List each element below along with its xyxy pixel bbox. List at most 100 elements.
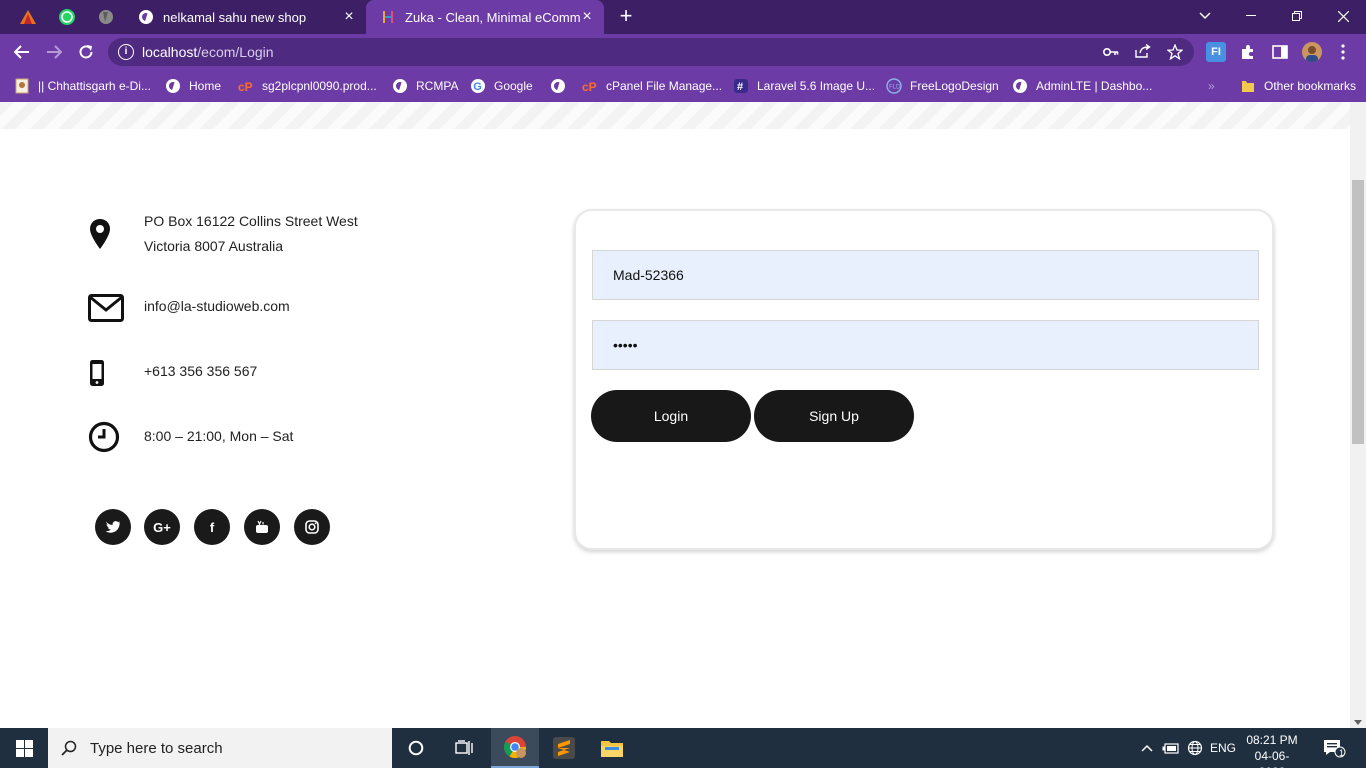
globe-icon [165, 78, 181, 94]
flo-icon: FLD [886, 78, 902, 94]
task-view-icon[interactable] [440, 728, 488, 768]
bookmark-globe[interactable] [550, 78, 574, 94]
url-host: localhost [142, 44, 198, 60]
back-icon[interactable] [10, 40, 34, 64]
pinned-tab-whatsapp[interactable] [56, 6, 78, 28]
password-input[interactable] [592, 320, 1259, 370]
bookmark-adminlte[interactable]: AdminLTE | Dashbo... [1012, 78, 1152, 94]
browser-menu-icon[interactable] [1336, 42, 1350, 62]
network-globe-icon[interactable] [1185, 728, 1205, 768]
bookmark-google[interactable]: G Google [470, 78, 533, 94]
scroll-down-arrow-icon[interactable] [1354, 720, 1362, 725]
bookmark-other[interactable]: Other bookmarks [1240, 78, 1356, 94]
youtube-icon[interactable] [244, 509, 280, 545]
file-explorer-icon[interactable] [588, 728, 636, 768]
windows-start-icon[interactable] [0, 728, 48, 768]
contact-address: PO Box 16122 Collins Street West Victori… [88, 209, 358, 259]
globe-icon [99, 10, 113, 24]
taskbar-clock[interactable]: 08:21 PM 04-06-2022 [1242, 732, 1302, 780]
extensions-puzzle-icon[interactable] [1238, 42, 1258, 62]
globe-icon [392, 78, 408, 94]
close-window-icon[interactable] [1328, 4, 1358, 28]
mobile-phone-icon [88, 359, 144, 393]
google-plus-icon[interactable]: G+ [144, 509, 180, 545]
side-panel-icon[interactable] [1270, 42, 1290, 62]
share-icon[interactable] [1134, 43, 1152, 60]
header-pattern-strip [0, 102, 1350, 129]
svg-text:cP: cP [238, 80, 253, 92]
bookmark-star-icon[interactable] [1166, 43, 1184, 61]
address-line-2: Victoria 8007 Australia [144, 238, 284, 254]
cpanel-icon: cP [582, 78, 598, 94]
clock-time: 08:21 PM [1246, 733, 1298, 747]
taskbar-search-placeholder: Type here to search [90, 739, 223, 757]
chrome-taskbar-icon[interactable] [491, 728, 539, 768]
twitter-icon[interactable] [95, 509, 131, 545]
taskbar-search-box[interactable]: Type here to search [48, 728, 392, 768]
extension-fi-icon[interactable]: FI [1206, 42, 1226, 62]
map-pin-icon [88, 209, 144, 249]
contact-hours: 8:00 – 21:00, Mon – Sat [88, 421, 293, 458]
login-form-card: Login Sign Up [574, 209, 1274, 550]
language-indicator[interactable]: ENG [1208, 728, 1238, 768]
login-button[interactable]: Login [591, 390, 751, 442]
bookmark-label: Google [494, 79, 533, 93]
contact-phone: +613 356 356 567 [88, 359, 257, 393]
restore-icon[interactable] [1282, 4, 1312, 28]
windows-taskbar: Type here to search ENG 08:21 PM 04-06-2… [0, 728, 1366, 779]
username-input[interactable] [592, 250, 1259, 300]
tab-zuka[interactable]: Zuka - Clean, Minimal eCommerce × [366, 0, 604, 34]
notification-count: 1 [1339, 748, 1345, 758]
signup-button[interactable]: Sign Up [754, 390, 914, 442]
page-scrollbar[interactable] [1350, 102, 1366, 728]
globe-icon [1012, 78, 1028, 94]
address-line-1: PO Box 16122 Collins Street West [144, 213, 358, 229]
bookmark-label: Home [189, 79, 222, 93]
battery-icon[interactable] [1160, 728, 1182, 768]
bookmark-laravel[interactable]: # Laravel 5.6 Image U... [733, 78, 875, 94]
more-bookmarks-chevron-icon[interactable]: » [1208, 78, 1215, 94]
bookmarks-bar: || Chhattisgarh e-Di... Home cP sg2plcpn… [0, 70, 1366, 102]
pinned-tab-site[interactable] [95, 6, 117, 28]
bookmark-rcmpa[interactable]: RCMPA [392, 78, 458, 94]
bookmark-cpanel-file-manager[interactable]: cP cPanel File Manage... [582, 78, 722, 94]
url-text[interactable]: localhost/ecom/Login [142, 44, 274, 60]
sublime-text-icon[interactable] [540, 728, 588, 768]
key-icon[interactable] [1102, 44, 1120, 60]
minimize-icon[interactable] [1236, 4, 1266, 28]
bookmark-freelogodesign[interactable]: FLD FreeLogoDesign [886, 78, 999, 94]
envelope-icon [88, 294, 144, 328]
close-tab-icon[interactable]: × [580, 9, 594, 25]
show-hidden-icons-chevron-icon[interactable] [1138, 728, 1156, 768]
scrollbar-thumb[interactable] [1352, 180, 1364, 444]
cortana-icon[interactable] [392, 728, 440, 768]
globe-icon [550, 78, 566, 94]
svg-text:cP: cP [582, 80, 597, 92]
url-path: /ecom/Login [197, 44, 274, 60]
bookmark-chhattisgarh[interactable]: || Chhattisgarh e-Di... [14, 78, 151, 94]
forward-icon[interactable] [42, 40, 66, 64]
email-text[interactable]: info@la-studioweb.com [144, 294, 290, 328]
google-icon: G [470, 78, 486, 94]
bookmark-label: AdminLTE | Dashbo... [1036, 79, 1153, 93]
site-info-icon[interactable]: i [118, 44, 134, 60]
bookmark-home[interactable]: Home [165, 78, 221, 94]
pinned-tab-logo[interactable] [17, 6, 39, 28]
profile-avatar[interactable] [1302, 42, 1322, 62]
folder-icon [1240, 78, 1256, 94]
reload-icon[interactable] [74, 40, 98, 64]
facebook-icon[interactable]: f [194, 509, 230, 545]
tab-search-icon[interactable] [1190, 4, 1220, 28]
page-content: PO Box 16122 Collins Street West Victori… [0, 102, 1350, 728]
svg-text:FLD: FLD [889, 85, 901, 91]
action-center-icon[interactable]: 1 [1316, 728, 1352, 768]
close-tab-icon[interactable]: × [342, 9, 356, 25]
tab-nelkamal-shop[interactable]: nelkamal sahu new shop × [124, 0, 366, 34]
zuka-favicon-icon [380, 9, 396, 25]
clock-icon [88, 421, 144, 458]
address-bar[interactable]: i localhost/ecom/Login [108, 38, 1194, 66]
instagram-icon[interactable] [294, 509, 330, 545]
new-tab-button[interactable]: + [614, 5, 638, 28]
bookmark-sg2plcpnl[interactable]: cP sg2plcpnl0090.prod... [238, 78, 377, 94]
browser-toolbar: i localhost/ecom/Login FI [0, 34, 1366, 70]
